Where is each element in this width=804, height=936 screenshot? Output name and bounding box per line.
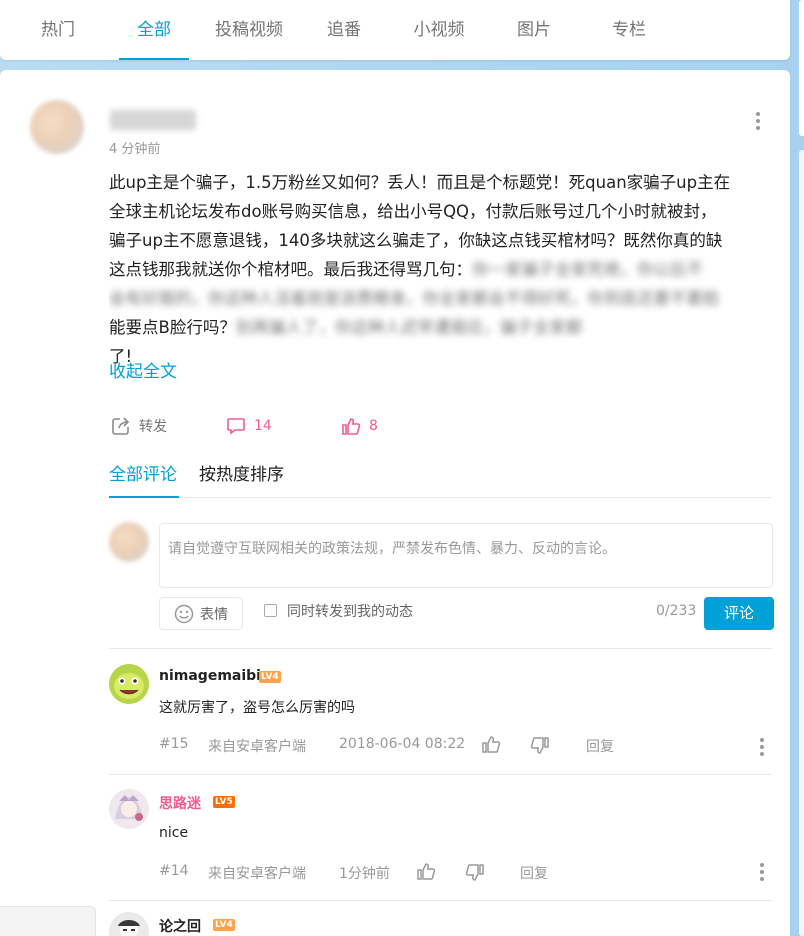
comment-placeholder: 请自觉遵守互联网相关的政策法规，严禁发布色情、暴力、反动的言论。 <box>168 541 616 557</box>
comment-more-icon[interactable] <box>759 736 765 760</box>
tab-anime[interactable]: 追番 <box>322 0 366 60</box>
like-count: 8 <box>369 418 378 434</box>
comment-time: 2018-06-04 08:22 <box>339 736 466 752</box>
reply-button[interactable]: 回复 <box>520 863 548 883</box>
comment-more-icon[interactable] <box>759 861 765 885</box>
thumbs-down-icon[interactable] <box>465 863 485 883</box>
post-line: 了! <box>109 347 133 366</box>
tab-video-posts[interactable]: 投稿视频 <box>212 0 286 60</box>
thumbs-up-icon <box>342 418 361 435</box>
like-button[interactable]: 8 <box>341 415 378 437</box>
redacted-text: 会有好报的，你这种人活着就是浪费粮食，你全家都会不得好死，你到底还要不要脸 <box>109 289 720 308</box>
submit-comment-button[interactable]: 评论 <box>704 597 774 630</box>
thumbs-up-icon[interactable] <box>416 861 436 881</box>
post-line: 能要点B脸行吗？别再骗人了，你这种人迟早遭报应，骗子全家都 <box>109 313 771 342</box>
divider <box>109 774 772 775</box>
feed-tab-bar: 热门 全部 投稿视频 追番 小视频 图片 专栏 <box>0 0 790 60</box>
comment-username[interactable]: 思路迷 <box>159 793 201 813</box>
post-line-text: 这点钱那我就送你个棺材吧。最后我还得骂几句： <box>109 260 472 279</box>
post-line: 全球主机论坛发布do账号购买信息，给出小号QQ，付款后账号过几个小时就被封， <box>109 202 717 221</box>
comment-icon <box>227 418 245 435</box>
comment-count-button[interactable]: 14 <box>226 415 272 437</box>
redacted-text: 别再骗人了，你这种人迟早遭报应，骗子全家都 <box>235 318 583 337</box>
share-button[interactable]: 转发 <box>111 415 167 437</box>
comment-count: 14 <box>254 418 272 434</box>
tab-short-video[interactable]: 小视频 <box>410 0 468 60</box>
post-line: 会有好报的，你这种人活着就是浪费粮食，你全家都会不得好死，你到底还要不要脸 <box>109 284 771 313</box>
cartoon-face-icon <box>109 664 149 704</box>
comment-input[interactable]: 请自觉遵守互联网相关的政策法规，严禁发布色情、暴力、反动的言论。 <box>159 523 773 588</box>
post-line: 骗子up主不愿意退钱，140多块就这么骗走了，你缺这点钱买棺材吗？既然你真的缺 <box>109 231 723 250</box>
level-badge: LV4 <box>259 671 281 683</box>
comment-avatar[interactable] <box>109 912 149 936</box>
comment-floor: #14 <box>159 863 189 879</box>
post-line: 此up主是个骗子，1.5万粉丝又如何？丢人！而且是个标题党！死quan家骗子up… <box>109 173 731 192</box>
sync-to-dynamic-label: 同时转发到我的动态 <box>287 604 413 620</box>
anime-avatar-icon <box>109 789 149 829</box>
post-line: 这点钱那我就送你个棺材吧。最后我还得骂几句：你一家骗子全家死绝，你以后不 <box>109 255 771 284</box>
divider <box>109 900 772 901</box>
post-time: 4 分钟前 <box>109 142 161 157</box>
redacted-text: 你一家骗子全家死绝，你以后不 <box>472 260 703 279</box>
smiley-icon <box>174 604 194 623</box>
dynamic-post-card: 4 分钟前 此up主是个骗子，1.5万粉丝又如何？丢人！而且是个标题党！死qua… <box>0 70 790 936</box>
emoji-label: 表情 <box>200 606 228 623</box>
comment-username[interactable]: nimagemaibi <box>159 668 261 684</box>
active-sort-indicator <box>109 496 179 498</box>
comment-username[interactable]: 论之回 <box>159 916 201 936</box>
comment-floor: #15 <box>159 736 189 752</box>
author-avatar[interactable] <box>30 100 84 154</box>
sort-all-comments[interactable]: 全部评论 <box>109 460 177 485</box>
level-badge: LV5 <box>213 796 235 808</box>
side-panel-edge <box>799 0 804 136</box>
share-icon <box>112 417 130 435</box>
sync-to-dynamic-checkbox[interactable] <box>264 604 277 617</box>
comment-time: 1分钟前 <box>339 866 390 882</box>
thumbs-down-icon[interactable] <box>530 736 550 756</box>
anime-avatar-icon <box>109 912 149 936</box>
divider <box>109 497 772 498</box>
comment-source: 来自安卓客户端 <box>208 739 306 755</box>
tab-images[interactable]: 图片 <box>512 0 556 60</box>
comment-source: 来自安卓客户端 <box>208 866 306 882</box>
tab-hot[interactable]: 热门 <box>36 0 80 60</box>
tab-all[interactable]: 全部 <box>119 0 189 60</box>
comment-avatar[interactable] <box>109 664 149 704</box>
post-more-icon[interactable] <box>755 110 761 134</box>
emoji-button[interactable]: 表情 <box>159 597 243 630</box>
post-line-text: 能要点B脸行吗？ <box>109 318 236 337</box>
thumbs-up-icon[interactable] <box>481 734 501 754</box>
divider <box>109 648 772 649</box>
comment-text: nice <box>159 825 189 841</box>
comment-text: 这就厉害了，盗号怎么厉害的吗 <box>159 700 355 716</box>
share-label: 转发 <box>139 419 167 435</box>
reply-button[interactable]: 回复 <box>586 736 614 756</box>
char-counter: 0/233 <box>656 603 697 619</box>
tab-columns[interactable]: 专栏 <box>607 0 651 60</box>
comment-avatar[interactable] <box>109 789 149 829</box>
post-content: 此up主是个骗子，1.5万粉丝又如何？丢人！而且是个标题党！死quan家骗子up… <box>109 168 771 371</box>
my-avatar <box>109 522 149 562</box>
author-name-redacted[interactable] <box>110 110 196 130</box>
corner-panel <box>0 906 96 936</box>
sort-by-hot[interactable]: 按热度排序 <box>199 460 284 485</box>
side-panel-edge-lower <box>799 150 804 936</box>
collapse-text-link[interactable]: 收起全文 <box>109 357 177 382</box>
level-badge: LV4 <box>213 919 235 931</box>
